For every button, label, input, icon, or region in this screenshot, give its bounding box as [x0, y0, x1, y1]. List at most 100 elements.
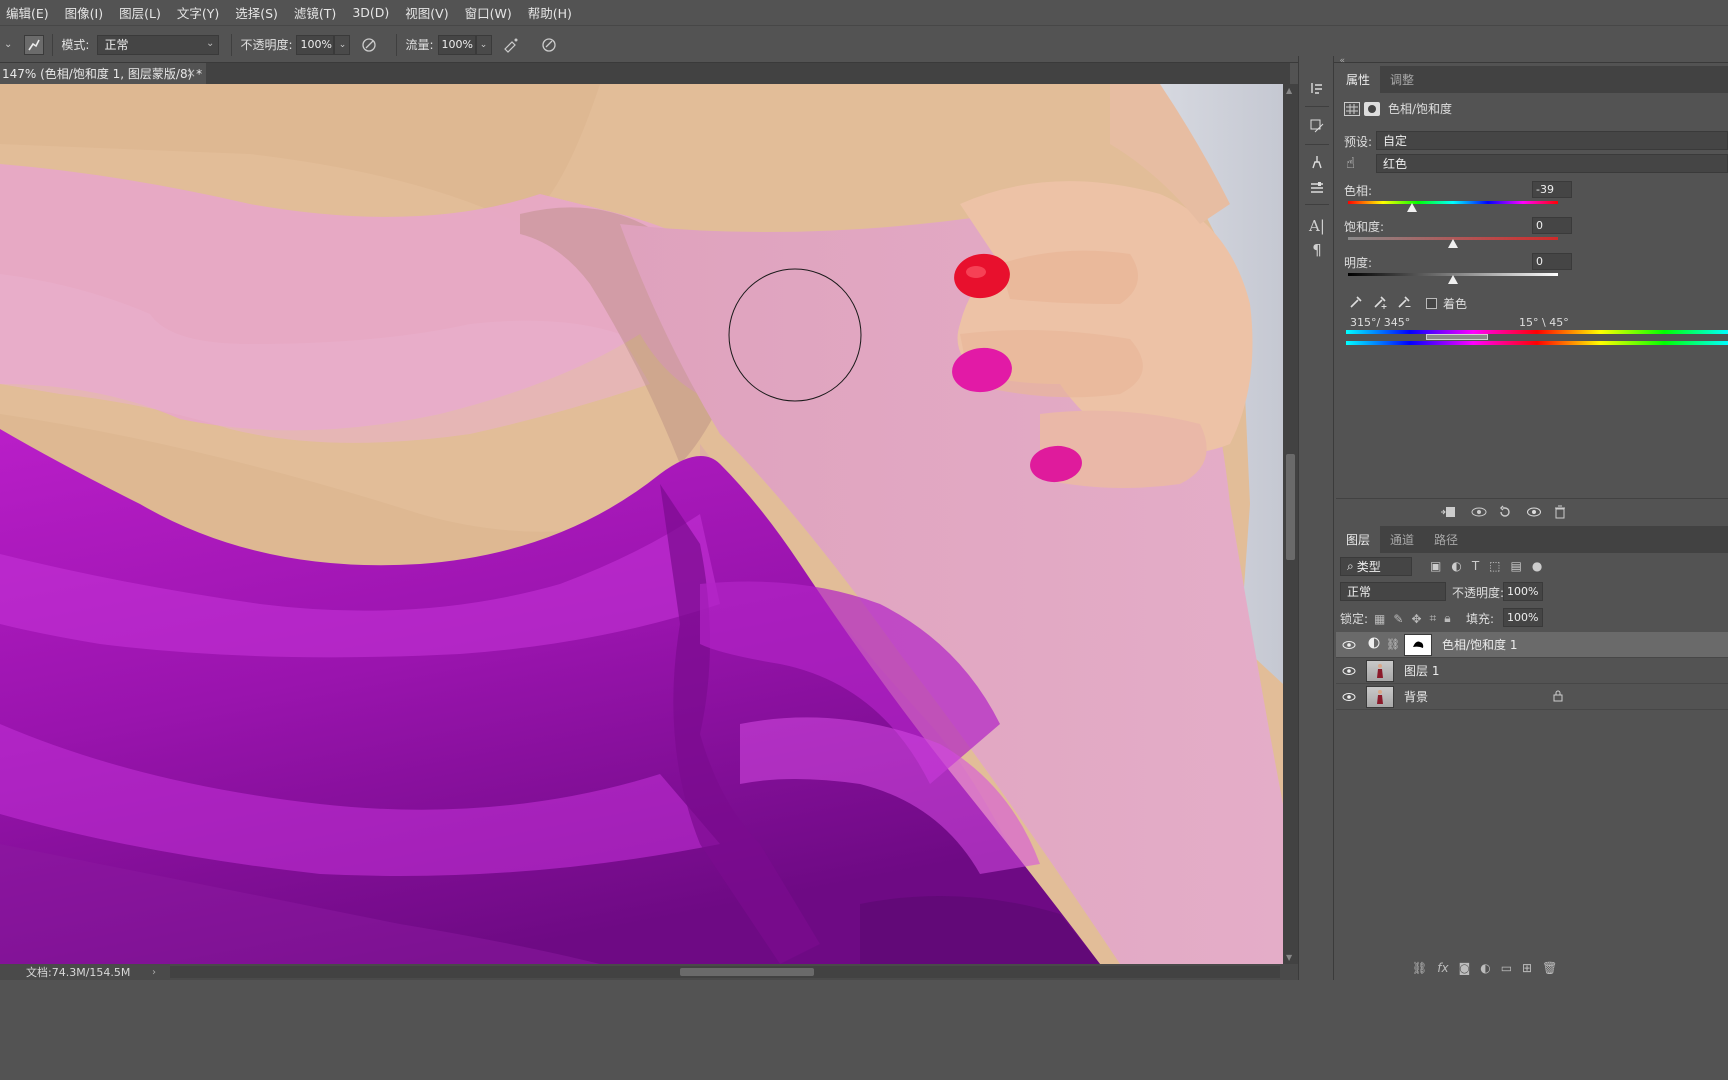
lightness-input[interactable]: 0: [1532, 253, 1572, 270]
layer-opacity-input[interactable]: 100%: [1503, 582, 1543, 601]
tool-preset-chevron-icon[interactable]: ⌄: [4, 39, 12, 50]
flow-dropdown-button[interactable]: ⌄: [475, 34, 492, 55]
reset-icon[interactable]: [1498, 505, 1512, 522]
flow-input[interactable]: 100%: [437, 34, 476, 55]
document-tab[interactable]: 147% (色相/饱和度 1, 图层蒙版/8) * ×: [0, 63, 206, 84]
pressure-opacity-icon[interactable]: [358, 34, 380, 56]
properties-tabs: 属性 调整: [1336, 66, 1728, 93]
clip-to-layer-icon[interactable]: [1440, 505, 1456, 522]
saturation-input[interactable]: 0: [1532, 217, 1572, 234]
document-size: 文档:74.3M/154.5M: [26, 966, 131, 979]
airbrush-icon[interactable]: [500, 34, 522, 56]
menu-layer[interactable]: 图层(L): [119, 3, 161, 22]
lock-all-icon[interactable]: 🔒︎: [1444, 611, 1450, 626]
color-range-selector[interactable]: [1426, 334, 1488, 340]
right-panel-dock: 属性 调整 色相/饱和度 预设: 自定 ☝ 红色 色相: -39 饱和度: 0 …: [1336, 64, 1728, 980]
view-previous-icon[interactable]: [1470, 505, 1488, 522]
layer-thumbnail[interactable]: [1366, 685, 1394, 708]
channel-select[interactable]: 红色: [1376, 154, 1728, 173]
hue-slider-track[interactable]: [1348, 201, 1558, 204]
layer-style-fx-icon[interactable]: fx: [1437, 961, 1448, 975]
horizontal-scrollbar[interactable]: [170, 966, 1280, 978]
vertical-scrollbar[interactable]: ▲ ▼: [1283, 84, 1298, 964]
lock-artboard-icon[interactable]: ⌗: [1430, 611, 1437, 626]
tool-presets-icon[interactable]: [1307, 178, 1327, 198]
eyedropper-icon[interactable]: [1348, 294, 1364, 313]
scroll-up-icon[interactable]: ▲: [1286, 86, 1292, 95]
blend-mode-select[interactable]: 正常: [1340, 582, 1446, 601]
layer-visibility-eye-icon[interactable]: [1336, 666, 1362, 676]
hue-input[interactable]: -39: [1532, 181, 1572, 198]
menu-3d[interactable]: 3D(D): [352, 5, 389, 20]
menu-image[interactable]: 图像(I): [65, 3, 103, 22]
menu-window[interactable]: 窗口(W): [465, 3, 512, 22]
opacity-input[interactable]: 100%: [296, 34, 335, 55]
saturation-slider-knob[interactable]: [1448, 239, 1458, 248]
horizontal-scroll-thumb[interactable]: [680, 968, 814, 976]
add-mask-icon[interactable]: ◙: [1459, 961, 1471, 975]
saturation-label-row: 饱和度:: [1344, 218, 1384, 235]
link-layers-icon[interactable]: ⛓: [1412, 961, 1427, 975]
mode-select[interactable]: 正常 ⌄: [97, 34, 220, 55]
canvas[interactable]: [0, 84, 1283, 964]
menu-view[interactable]: 视图(V): [405, 3, 448, 22]
colorize-checkbox[interactable]: [1426, 298, 1437, 309]
layer-visibility-eye-icon[interactable]: [1336, 692, 1362, 702]
pressure-size-icon[interactable]: [538, 34, 560, 56]
filter-adjustment-icon[interactable]: ◐: [1451, 559, 1461, 573]
layer-thumbnail[interactable]: [1366, 659, 1394, 682]
tab-paths[interactable]: 路径: [1424, 526, 1468, 553]
eyedropper-add-icon[interactable]: [1372, 294, 1388, 313]
brush-preset-icon[interactable]: [24, 34, 45, 55]
fill-input[interactable]: 100%: [1503, 608, 1543, 627]
scroll-down-icon[interactable]: ▼: [1286, 953, 1292, 962]
layer-row-layer1[interactable]: 图层 1: [1336, 658, 1728, 684]
hue-label-row: 色相:: [1344, 182, 1372, 199]
tab-layers[interactable]: 图层: [1336, 526, 1381, 553]
menu-help[interactable]: 帮助(H): [528, 3, 572, 22]
filter-pixel-icon[interactable]: ▣: [1430, 559, 1441, 573]
menu-filter[interactable]: 滤镜(T): [294, 3, 336, 22]
tab-adjustments[interactable]: 调整: [1380, 66, 1424, 93]
new-group-icon[interactable]: ▭: [1501, 961, 1512, 975]
layer-visibility-eye-icon[interactable]: [1336, 640, 1362, 650]
new-layer-icon[interactable]: ⊞: [1522, 961, 1532, 975]
lock-position-icon[interactable]: ✥: [1411, 612, 1421, 626]
delete-trash-icon[interactable]: [1554, 505, 1566, 522]
layer-mask-thumbnail[interactable]: [1403, 633, 1432, 656]
lock-transparent-icon[interactable]: ▦: [1374, 612, 1385, 626]
tab-properties[interactable]: 属性: [1336, 66, 1381, 93]
layer-row-hue-saturation[interactable]: ⛓ 色相/饱和度 1: [1336, 632, 1728, 658]
opacity-dropdown-button[interactable]: ⌄: [334, 34, 351, 55]
filter-type-icon[interactable]: T: [1472, 559, 1479, 573]
menu-type[interactable]: 文字(Y): [177, 3, 219, 22]
adjustment-icon: [1368, 637, 1380, 652]
delete-layer-icon[interactable]: 🗑︎: [1542, 961, 1557, 975]
brush-settings-icon[interactable]: [1307, 152, 1327, 172]
targeted-adjust-hand-icon[interactable]: ☝: [1346, 154, 1355, 172]
status-menu-arrow[interactable]: ›: [152, 967, 156, 978]
menu-edit[interactable]: 编辑(E): [6, 3, 49, 22]
eyedropper-subtract-icon[interactable]: [1396, 294, 1412, 313]
lock-pixels-icon[interactable]: ✎: [1393, 612, 1403, 626]
filter-shape-icon[interactable]: ⬚: [1489, 559, 1500, 573]
lightness-slider-knob[interactable]: [1448, 275, 1458, 284]
filter-smart-object-icon[interactable]: ▤: [1511, 559, 1522, 573]
vertical-scroll-thumb[interactable]: [1286, 454, 1295, 560]
layer-row-background[interactable]: 背景: [1336, 684, 1728, 710]
clone-source-icon[interactable]: [1307, 116, 1327, 136]
new-adjustment-icon[interactable]: ◐: [1480, 961, 1490, 975]
close-icon[interactable]: ×: [186, 66, 196, 80]
menu-select[interactable]: 选择(S): [235, 3, 278, 22]
paragraph-icon[interactable]: ¶: [1307, 240, 1327, 260]
mask-icon[interactable]: [1364, 101, 1380, 116]
link-chain-icon[interactable]: ⛓: [1386, 638, 1400, 651]
tab-channels[interactable]: 通道: [1380, 526, 1424, 553]
preset-select[interactable]: 自定: [1376, 131, 1728, 150]
filter-toggle-icon[interactable]: ●: [1532, 559, 1542, 573]
hue-slider-knob[interactable]: [1407, 203, 1418, 212]
history-icon[interactable]: [1307, 78, 1327, 98]
visibility-eye-icon[interactable]: [1526, 505, 1542, 522]
character-icon[interactable]: A|: [1307, 216, 1327, 236]
layer-filter-select[interactable]: ⌕ 类型: [1340, 557, 1412, 576]
